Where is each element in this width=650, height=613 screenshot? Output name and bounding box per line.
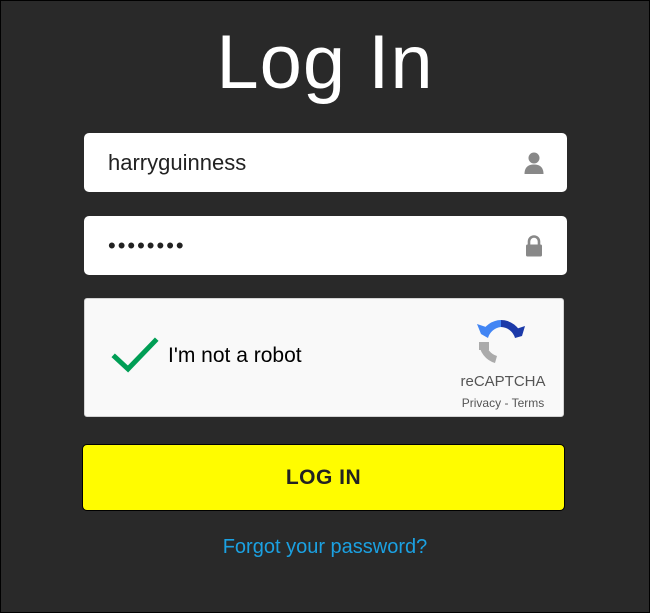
terms-link[interactable]: Terms (512, 396, 545, 410)
password-input[interactable] (108, 216, 508, 275)
recaptcha-logo-icon (475, 316, 527, 368)
captcha-label: I'm not a robot (168, 344, 302, 367)
recaptcha-links: Privacy - Terms (445, 396, 561, 410)
login-panel: Log In I'm not a robot (0, 0, 650, 613)
privacy-link[interactable]: Privacy (462, 396, 501, 410)
password-field[interactable] (84, 216, 567, 275)
username-input[interactable] (108, 133, 508, 192)
page-title: Log In (216, 20, 434, 105)
recaptcha-brand: reCAPTCHA (460, 373, 546, 390)
links-separator: - (501, 396, 512, 410)
lock-icon (523, 234, 545, 258)
checkmark-icon[interactable] (111, 335, 159, 375)
login-button[interactable]: LOG IN (82, 444, 565, 511)
username-field[interactable] (84, 133, 567, 192)
user-icon (523, 151, 545, 175)
recaptcha-widget: I'm not a robot reCAPTCHA Privacy - Term… (84, 298, 564, 417)
forgot-password-link[interactable]: Forgot your password? (1, 536, 649, 559)
